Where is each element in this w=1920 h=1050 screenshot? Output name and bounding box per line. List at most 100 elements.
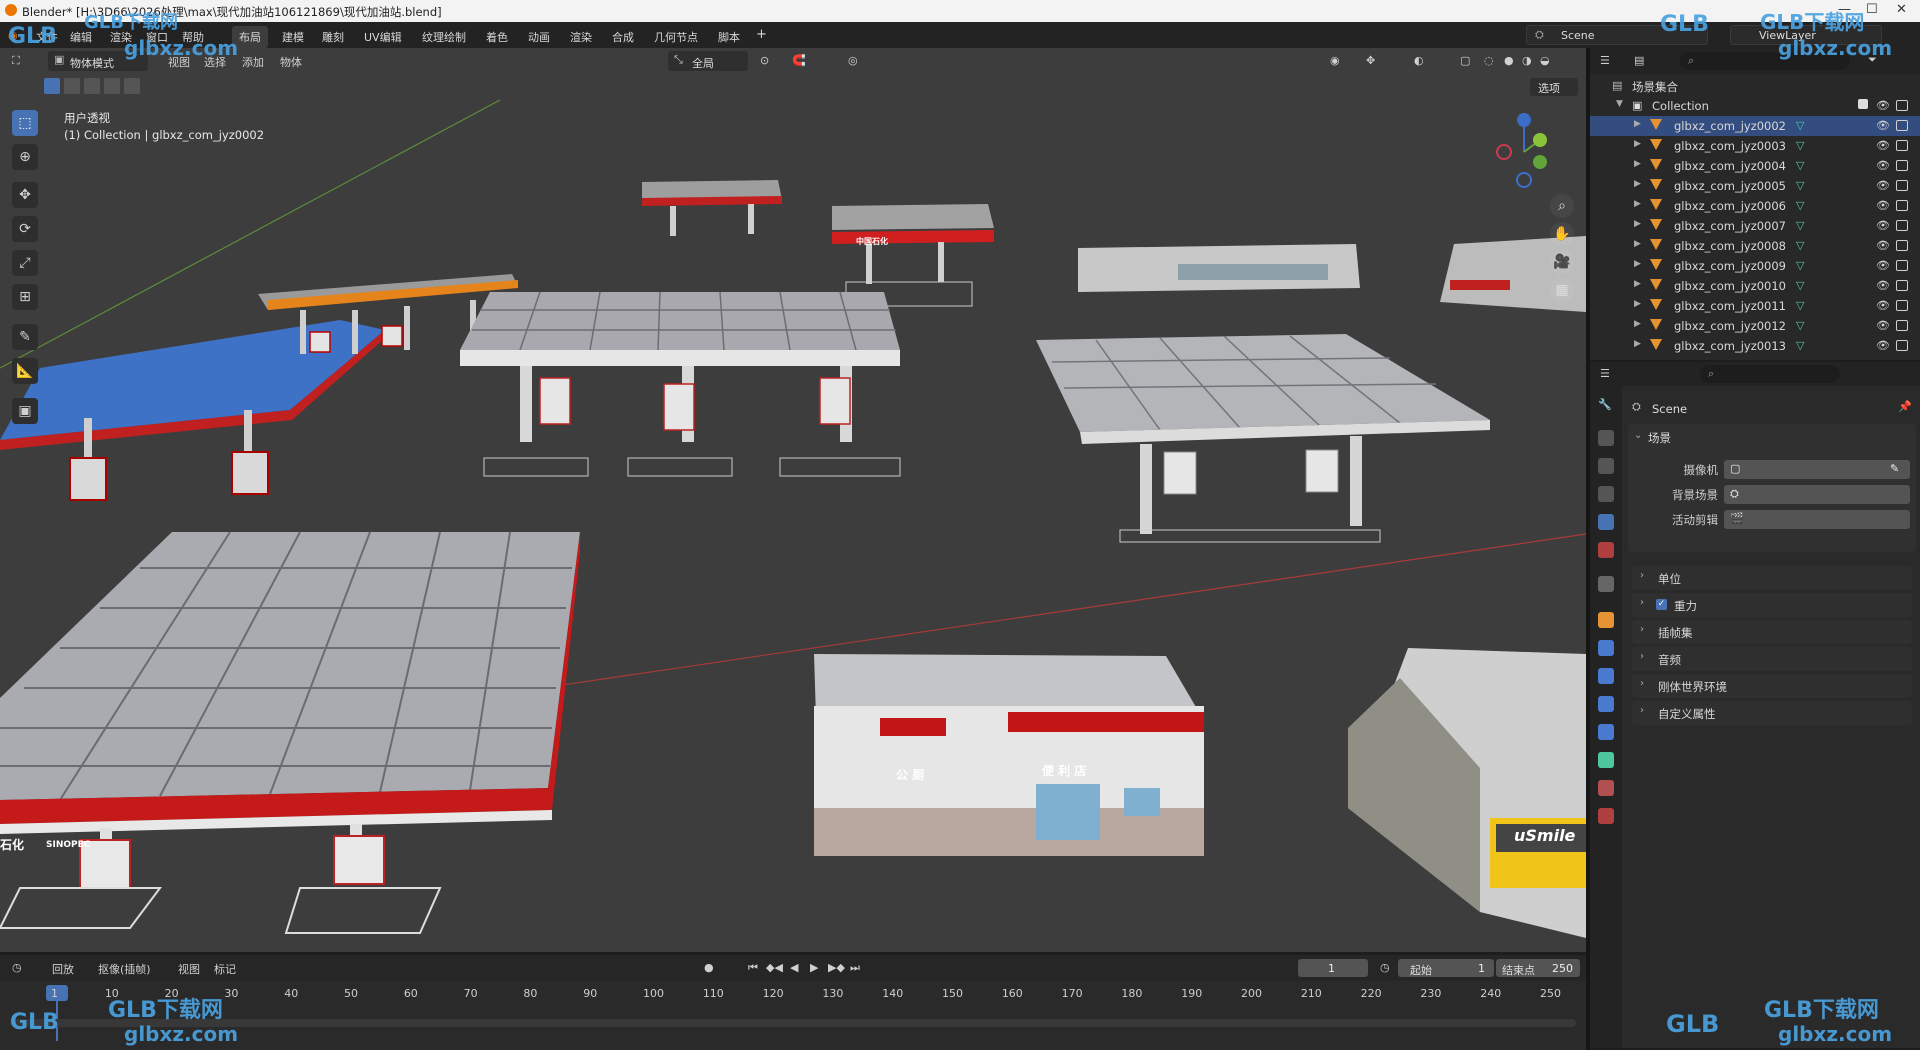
eye-icon[interactable]: 👁 xyxy=(1876,239,1890,252)
expand-arrow-icon[interactable]: ▼ xyxy=(1616,99,1623,109)
background-scene-field[interactable]: ⛭ xyxy=(1724,485,1910,504)
tool-measure[interactable]: 📐 xyxy=(12,358,38,384)
shading-rendered-icon[interactable]: ◒ xyxy=(1540,54,1550,67)
expand-arrow-icon[interactable]: ▶ xyxy=(1634,279,1641,289)
render-camera-icon[interactable] xyxy=(1896,340,1908,351)
outliner-object-row[interactable]: ▶ glbxz_com_jyz0012 ▽ 👁 xyxy=(1590,316,1920,336)
modifier-tab-icon[interactable] xyxy=(1598,640,1614,656)
workspace-tab-modeling[interactable]: 建模 xyxy=(282,29,304,45)
eye-icon[interactable]: 👁 xyxy=(1876,99,1890,112)
eye-icon[interactable]: 👁 xyxy=(1876,339,1890,352)
pan-hand-icon[interactable]: ✋ xyxy=(1550,222,1574,246)
workspace-tab-animation[interactable]: 动画 xyxy=(528,29,550,45)
workspace-tab-sculpt[interactable]: 雕刻 xyxy=(322,29,344,45)
mesh-data-icon[interactable]: ▽ xyxy=(1796,219,1804,232)
tool-annotate[interactable]: ✎ xyxy=(12,324,38,350)
particles-tab-icon[interactable] xyxy=(1598,668,1614,684)
camera-field[interactable]: ▢ ✎ xyxy=(1724,460,1910,479)
panel-rigid-body-world[interactable]: › 刚体世界环境 xyxy=(1632,674,1912,698)
render-camera-icon[interactable] xyxy=(1896,300,1908,311)
object-tab-icon[interactable] xyxy=(1598,612,1614,628)
viewport-menu-add[interactable]: 添加 xyxy=(242,54,264,70)
workspace-tab-scripting[interactable]: 脚本 xyxy=(718,29,740,45)
outliner-root-row[interactable]: ▤ 场景集合 xyxy=(1590,76,1920,96)
render-camera-icon[interactable] xyxy=(1896,220,1908,231)
outliner-editor-icon[interactable]: ☰ xyxy=(1600,54,1610,67)
select-mode-buttons[interactable] xyxy=(44,78,140,94)
select-extend-icon[interactable] xyxy=(64,78,80,94)
close-icon[interactable]: ✕ xyxy=(1896,2,1907,17)
viewport-menu-object[interactable]: 物体 xyxy=(280,54,302,70)
outliner-object-row[interactable]: ▶ glbxz_com_jyz0004 ▽ 👁 xyxy=(1590,156,1920,176)
select-invert-icon[interactable] xyxy=(104,78,120,94)
tool-add-cube[interactable]: ▣ xyxy=(12,398,38,424)
tool-select-box[interactable]: ⬚ xyxy=(12,110,38,136)
mesh-data-icon[interactable]: ▽ xyxy=(1796,319,1804,332)
expand-arrow-icon[interactable]: ▶ xyxy=(1634,119,1641,129)
outliner-object-row[interactable]: ▶ glbxz_com_jyz0011 ▽ 👁 xyxy=(1590,296,1920,316)
outliner-object-row[interactable]: ▶ glbxz_com_jyz0002 ▽ 👁 xyxy=(1590,116,1920,136)
render-camera-icon[interactable] xyxy=(1896,100,1908,111)
material-tab-icon[interactable] xyxy=(1598,780,1614,796)
panel-keying-sets[interactable]: › 插帧集 xyxy=(1632,620,1912,644)
output-tab-icon[interactable] xyxy=(1598,458,1614,474)
eye-icon[interactable]: 👁 xyxy=(1876,319,1890,332)
zoom-icon[interactable]: ⌕ xyxy=(1550,194,1574,218)
select-subtract-icon[interactable] xyxy=(84,78,100,94)
constraints-tab-icon[interactable] xyxy=(1598,724,1614,740)
shading-wireframe-icon[interactable]: ◌ xyxy=(1484,54,1494,67)
pin-icon[interactable]: 📌 xyxy=(1898,400,1912,413)
mesh-data-icon[interactable]: ▽ xyxy=(1796,119,1804,132)
outliner-object-row[interactable]: ▶ glbxz_com_jyz0009 ▽ 👁 xyxy=(1590,256,1920,276)
expand-arrow-icon[interactable]: ▶ xyxy=(1634,199,1641,209)
workspace-tab-uv[interactable]: UV编辑 xyxy=(364,29,402,45)
render-camera-icon[interactable] xyxy=(1896,180,1908,191)
view-layer-tab-icon[interactable] xyxy=(1598,486,1614,502)
options-button[interactable]: 选项 xyxy=(1530,78,1578,96)
pivot-point-icon[interactable]: ⊙ xyxy=(760,54,769,67)
3d-viewport[interactable]: 公 厕 便 利 店 uSmile SINOPEC 石化 中国石化 ⛶ ▣ 物体模… xyxy=(0,48,1586,952)
render-camera-icon[interactable] xyxy=(1896,280,1908,291)
collection-checkbox[interactable] xyxy=(1858,99,1868,109)
mesh-data-icon[interactable]: ▽ xyxy=(1796,259,1804,272)
select-intersect-icon[interactable] xyxy=(124,78,140,94)
tool-transform[interactable]: ⊞ xyxy=(12,284,38,310)
collection-tab-icon[interactable] xyxy=(1598,576,1614,592)
render-camera-icon[interactable] xyxy=(1896,140,1908,151)
expand-arrow-icon[interactable]: ▶ xyxy=(1634,299,1641,309)
shading-material-icon[interactable]: ◑ xyxy=(1522,54,1532,67)
add-workspace-button[interactable]: + xyxy=(756,27,767,42)
outliner-object-row[interactable]: ▶ glbxz_com_jyz0006 ▽ 👁 xyxy=(1590,196,1920,216)
panel-gravity[interactable]: › ✓ 重力 xyxy=(1632,593,1912,617)
mesh-data-icon[interactable]: ▽ xyxy=(1796,179,1804,192)
tool-tab-icon[interactable]: 🔧 xyxy=(1598,398,1614,414)
proportional-edit-icon[interactable]: ◎ xyxy=(848,54,858,67)
mesh-data-icon[interactable]: ▽ xyxy=(1796,279,1804,292)
expand-arrow-icon[interactable]: ▶ xyxy=(1634,219,1641,229)
expand-arrow-icon[interactable]: ▶ xyxy=(1634,139,1641,149)
render-camera-icon[interactable] xyxy=(1896,320,1908,331)
tool-cursor[interactable]: ⊕ xyxy=(12,144,38,170)
outliner-object-row[interactable]: ▶ glbxz_com_jyz0008 ▽ 👁 xyxy=(1590,236,1920,256)
active-clip-field[interactable]: 🎬 xyxy=(1724,510,1910,529)
outliner-object-row[interactable]: ▶ glbxz_com_jyz0010 ▽ 👁 xyxy=(1590,276,1920,296)
render-camera-icon[interactable] xyxy=(1896,200,1908,211)
render-tab-icon[interactable] xyxy=(1598,430,1614,446)
eyedropper-icon[interactable]: ✎ xyxy=(1890,462,1899,475)
world-tab-icon[interactable] xyxy=(1598,542,1614,558)
tool-rotate[interactable]: ⟳ xyxy=(12,216,38,242)
panel-units[interactable]: › 单位 xyxy=(1632,566,1912,590)
outliner-object-row[interactable]: ▶ glbxz_com_jyz0005 ▽ 👁 xyxy=(1590,176,1920,196)
perspective-grid-icon[interactable]: ▦ xyxy=(1550,278,1574,302)
snap-icon[interactable]: 🧲 xyxy=(792,54,806,67)
outliner-object-row[interactable]: ▶ glbxz_com_jyz0007 ▽ 👁 xyxy=(1590,216,1920,236)
expand-arrow-icon[interactable]: ▶ xyxy=(1634,259,1641,269)
eye-icon[interactable]: 👁 xyxy=(1876,259,1890,272)
render-camera-icon[interactable] xyxy=(1896,240,1908,251)
scene-tab-icon[interactable] xyxy=(1598,514,1614,530)
expand-arrow-icon[interactable]: ▶ xyxy=(1634,339,1641,349)
panel-audio[interactable]: › 音频 xyxy=(1632,647,1912,671)
properties-editor-icon[interactable]: ☰ xyxy=(1600,367,1610,380)
shading-solid-icon[interactable]: ● xyxy=(1504,54,1514,67)
data-tab-icon[interactable] xyxy=(1598,752,1614,768)
